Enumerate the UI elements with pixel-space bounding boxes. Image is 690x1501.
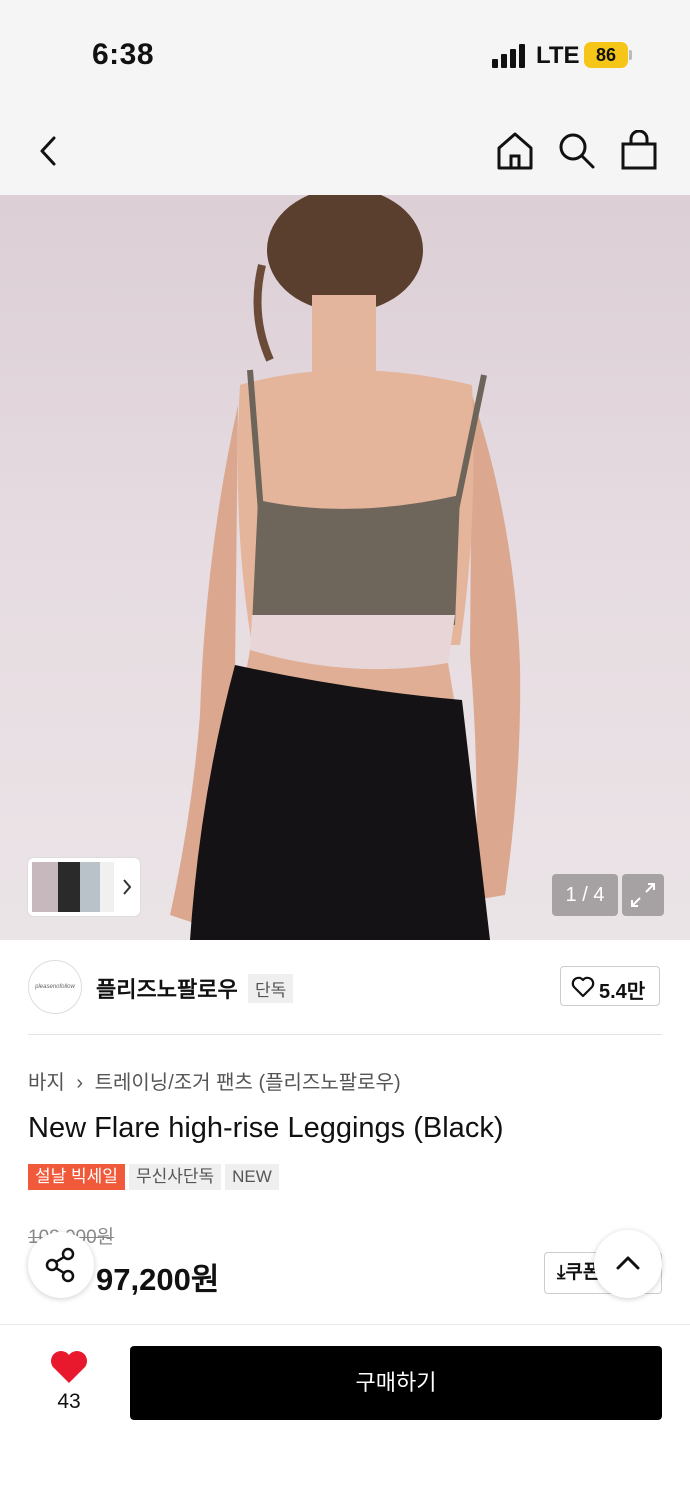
status-time: 6:38	[92, 38, 155, 71]
brand-logo[interactable]: pleasenofollow	[28, 960, 82, 1014]
sale-price: 97,200원	[96, 1262, 220, 1297]
divider	[28, 1034, 662, 1035]
expand-icon	[631, 883, 655, 907]
brand-logo-text: pleasenofollow	[35, 984, 75, 990]
signal-icon	[492, 44, 526, 68]
thumbnail-strip[interactable]	[28, 858, 140, 916]
home-icon[interactable]	[494, 130, 536, 172]
shopping-bag-icon[interactable]	[618, 130, 660, 172]
buy-button[interactable]: 구매하기	[130, 1346, 662, 1420]
scroll-top-button[interactable]	[594, 1230, 662, 1298]
product-image[interactable]	[0, 195, 690, 940]
breadcrumb-item-subcategory[interactable]: 트레이닝/조거 팬츠 (플리즈노팔로우)	[95, 1072, 401, 1094]
share-button[interactable]	[28, 1232, 94, 1298]
product-tags: 설날 빅세일 무신사단독 NEW	[28, 1164, 279, 1190]
thumbnail-images	[32, 862, 132, 912]
brand-badge: 단독	[248, 974, 294, 1003]
search-icon[interactable]	[556, 130, 598, 172]
model-photo	[170, 195, 521, 940]
wish-button[interactable]	[40, 1350, 98, 1391]
carrier-label: LTE	[536, 42, 580, 69]
battery-tip	[629, 50, 632, 60]
breadcrumb-item-category[interactable]: 바지	[28, 1072, 65, 1094]
chevron-up-icon	[616, 1256, 640, 1270]
heart-outline-icon	[571, 976, 595, 998]
heart-filled-icon	[51, 1351, 87, 1383]
battery-icon: 86	[584, 42, 628, 68]
brand-like-count: 5.4만	[599, 981, 646, 1003]
back-arrow-icon[interactable]	[34, 132, 64, 170]
image-counter: 1 / 4	[552, 874, 618, 916]
breadcrumb-separator-icon: ›	[76, 1072, 84, 1094]
expand-button[interactable]	[622, 874, 664, 916]
sale-tag: 설날 빅세일	[28, 1164, 125, 1190]
brand-like-button[interactable]: 5.4만	[560, 966, 660, 1006]
brand-name[interactable]: 플리즈노팔로우	[96, 972, 238, 1004]
exclusive-tag: 무신사단독	[128, 1164, 222, 1190]
new-tag: NEW	[225, 1164, 279, 1190]
breadcrumb: 바지 › 트레이닝/조거 팬츠 (플리즈노팔로우)	[28, 1066, 401, 1095]
product-title: New Flare high-rise Leggings (Black)	[28, 1112, 504, 1144]
wish-count: 43	[57, 1390, 81, 1413]
share-icon	[45, 1247, 75, 1283]
